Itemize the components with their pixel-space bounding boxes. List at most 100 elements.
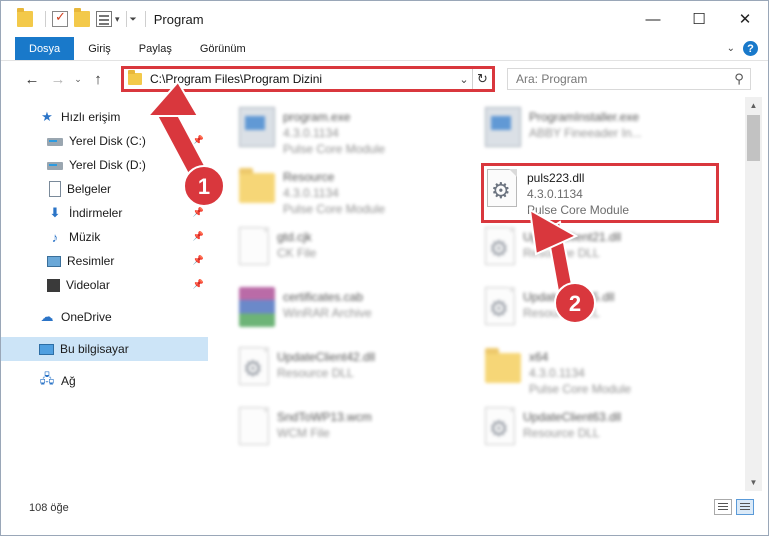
sidebar-item-documents[interactable]: Belgeler 📌	[1, 177, 208, 201]
pin-icon: 📌	[192, 159, 204, 169]
file-type: Resource DLL	[523, 426, 600, 440]
scroll-thumb[interactable]	[747, 115, 760, 161]
pin-icon: 📌	[192, 231, 204, 241]
file-item[interactable]: Resource 4.3.0.1134 Pulse Core Module	[233, 161, 483, 221]
sidebar-item-label: Resimler	[67, 254, 115, 268]
file-name: UpdateClient21.dll	[523, 230, 622, 244]
file-item[interactable]: ProgramInstaller.exe ABBY Fineeader In..…	[479, 101, 729, 161]
navigation-bar: ← → ⌄ ↑ C:\Program Files\Program Dizini …	[1, 61, 768, 97]
sidebar-item-label: Videolar	[66, 278, 110, 292]
network-icon: 🖧	[39, 371, 55, 386]
file-item[interactable]: UpdateClient63.dll Resource DLL	[479, 401, 729, 461]
file-name: ProgramInstaller.exe	[529, 110, 640, 124]
properties-check-icon[interactable]	[52, 9, 68, 27]
details-view-icon[interactable]	[714, 499, 732, 515]
file-version: 4.3.0.1134	[529, 366, 585, 380]
dll-gear-icon	[239, 347, 269, 385]
archive-icon	[239, 287, 275, 327]
file-version: 4.3.0.1134	[527, 187, 583, 201]
close-button[interactable]: ✕	[722, 1, 768, 37]
disk-icon	[47, 138, 63, 146]
dll-gear-icon	[485, 227, 515, 265]
pin-icon: 📌	[192, 135, 204, 145]
sidebar-item-label: Belgeler	[67, 182, 112, 196]
file-description: Pulse Core Module	[283, 202, 386, 216]
minimize-button[interactable]: —	[630, 1, 676, 37]
sidebar-item-music[interactable]: ♪ Müzik 📌	[1, 225, 208, 249]
sidebar-item-pictures[interactable]: Resimler 📌	[1, 249, 208, 273]
new-folder-icon[interactable]	[74, 8, 90, 27]
file-item[interactable]: UpdateClient21.dll Resource DLL	[479, 221, 729, 281]
sidebar-item-network[interactable]: 🖧 Ağ	[1, 369, 208, 393]
file-name: UpdateClient42.dll	[277, 350, 376, 364]
file-type: Resource DLL	[523, 306, 600, 320]
disk-icon	[47, 162, 63, 170]
tab-share[interactable]: Paylaş	[125, 37, 186, 60]
chevron-down-icon[interactable]: ▾	[115, 14, 120, 25]
tab-view[interactable]: Görünüm	[186, 37, 260, 60]
recent-locations-icon[interactable]: ⌄	[71, 66, 85, 92]
file-list: program.exe 4.3.0.1134 Pulse Core Module…	[213, 97, 745, 491]
sidebar-item-onedrive[interactable]: ☁ OneDrive	[1, 305, 208, 329]
search-input[interactable]: Ara: Program	[516, 72, 728, 86]
refresh-button[interactable]: ↻	[472, 69, 492, 89]
file-item[interactable]: x64 4.3.0.1134 Pulse Core Module	[479, 341, 729, 401]
file-item[interactable]: UpdateClient42.dll Resource DLL	[233, 341, 483, 401]
up-button[interactable]: ↑	[85, 66, 111, 92]
exe-icon	[485, 107, 521, 147]
highlighted-file-item[interactable]: puls223.dll 4.3.0.1134 Pulse Core Module	[481, 163, 719, 223]
sidebar-item-videos[interactable]: Videolar 📌	[1, 273, 208, 297]
dll-gear-icon	[485, 407, 515, 445]
file-type: ABBY Fineeader In...	[529, 126, 642, 140]
ribbon-tabs: Dosya Giriş Paylaş Görünüm ⌄ ?	[1, 37, 768, 61]
properties-icon[interactable]	[96, 11, 112, 27]
scroll-up-icon[interactable]: ▲	[745, 97, 762, 114]
address-path[interactable]: C:\Program Files\Program Dizini	[150, 72, 456, 86]
tiles-view-icon[interactable]	[736, 499, 754, 515]
vertical-scrollbar[interactable]: ▲ ▼	[745, 97, 762, 491]
folder-icon[interactable]	[17, 8, 33, 27]
exe-icon	[239, 107, 275, 147]
sidebar-item-this-pc[interactable]: Bu bilgisayar	[1, 337, 208, 361]
address-dropdown-icon[interactable]: ⌄	[456, 73, 472, 86]
help-icon[interactable]: ?	[743, 41, 758, 56]
file-item[interactable]: SndToWP13.wcm WCM File	[233, 401, 483, 461]
file-type: WCM File	[277, 426, 330, 440]
search-icon[interactable]: ⚲	[728, 71, 750, 87]
sidebar-item-downloads[interactable]: ⬇ İndirmeler 📌	[1, 201, 208, 225]
file-item[interactable]: gtd.cjk CK File	[233, 221, 483, 281]
file-item[interactable]: UpdateClient5.dll Resource DLL	[479, 281, 729, 341]
explorer-window: ▾ ⏷ Program — ☐ ✕ Dosya Giriş Paylaş Gör…	[0, 0, 769, 536]
sidebar-item-label: Ağ	[61, 374, 76, 388]
quick-access-toolbar: ▾ ⏷	[17, 1, 137, 37]
customize-toolbar-icon[interactable]: ⏷	[130, 14, 137, 25]
tab-file[interactable]: Dosya	[15, 37, 75, 60]
scroll-down-icon[interactable]: ▼	[745, 474, 762, 491]
blank-file-icon	[239, 227, 269, 265]
maximize-button[interactable]: ☐	[676, 1, 722, 37]
address-bar[interactable]: C:\Program Files\Program Dizini ⌄ ↻	[121, 66, 495, 92]
title-bar: ▾ ⏷ Program — ☐ ✕	[1, 1, 768, 37]
sidebar-item-label: Yerel Disk (C:)	[69, 134, 146, 148]
documents-icon	[49, 181, 61, 197]
cloud-icon: ☁	[40, 309, 54, 324]
sidebar-item-label: İndirmeler	[69, 206, 123, 220]
expand-ribbon-icon[interactable]: ⌄	[727, 43, 735, 54]
dll-gear-icon	[485, 287, 515, 325]
sidebar-item-disk-d[interactable]: Yerel Disk (D:) 📌	[1, 153, 208, 177]
file-name: program.exe	[283, 110, 351, 124]
window-controls: — ☐ ✕	[630, 1, 768, 37]
tab-home[interactable]: Giriş	[74, 37, 125, 60]
sidebar-item-quick-access[interactable]: ★ Hızlı erişim	[1, 105, 208, 129]
file-description: Pulse Core Module	[529, 382, 632, 396]
back-button[interactable]: ←	[19, 66, 45, 92]
pin-icon: 📌	[192, 255, 204, 265]
forward-button[interactable]: →	[45, 66, 71, 92]
file-name: SndToWP13.wcm	[277, 410, 372, 424]
quick-access-star-icon: ★	[41, 109, 53, 124]
search-box[interactable]: Ara: Program ⚲	[507, 68, 751, 90]
file-item[interactable]: certificates.cab WinRAR Archive	[233, 281, 483, 341]
file-item[interactable]: program.exe 4.3.0.1134 Pulse Core Module	[233, 101, 483, 161]
sidebar-item-disk-c[interactable]: Yerel Disk (C:) 📌	[1, 129, 208, 153]
file-type: WinRAR Archive	[283, 306, 372, 320]
